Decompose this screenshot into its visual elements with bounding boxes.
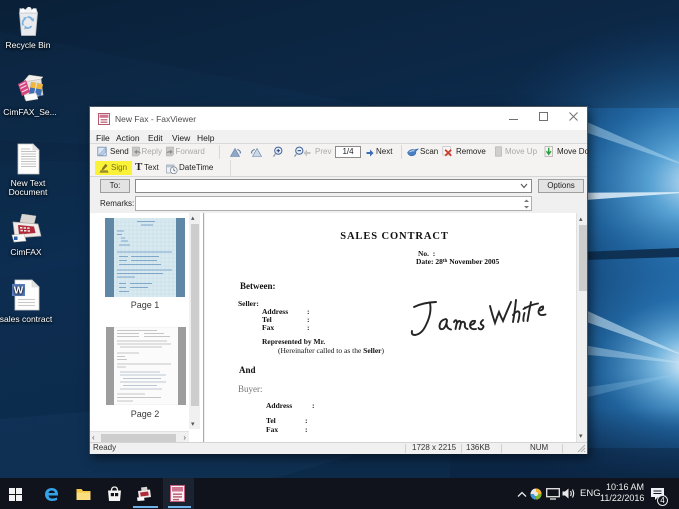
svg-text:W: W xyxy=(14,286,24,297)
